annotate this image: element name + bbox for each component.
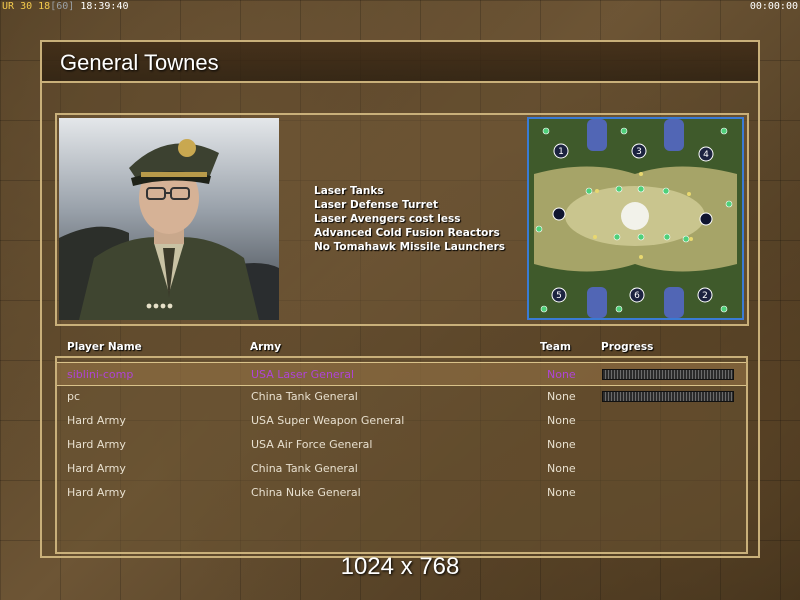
player-army: China Nuke General bbox=[251, 486, 361, 499]
player-team: None bbox=[547, 462, 576, 475]
player-army: China Tank General bbox=[251, 462, 358, 475]
general-title: General Townes bbox=[60, 50, 219, 75]
load-progress-bar bbox=[602, 369, 734, 380]
table-row[interactable]: pc China Tank General None bbox=[57, 385, 746, 409]
player-name: Hard Army bbox=[67, 438, 126, 451]
player-army: China Tank General bbox=[251, 390, 358, 403]
debug-bar: UR 30 18[60] 18:39:40 00:00:00 bbox=[0, 0, 800, 13]
fps-prefix: UR bbox=[2, 1, 15, 12]
table-row[interactable]: Hard Army USA Air Force General None bbox=[57, 433, 746, 457]
resolution-caption: 1024 x 768 bbox=[340, 553, 460, 580]
start-position-label: 6 bbox=[634, 291, 640, 301]
start-position-label: 1 bbox=[558, 147, 564, 157]
player-team: None bbox=[547, 486, 576, 499]
player-name: Hard Army bbox=[67, 414, 126, 427]
start-position-label: 5 bbox=[556, 291, 562, 301]
player-army: USA Super Weapon General bbox=[251, 414, 405, 427]
player-team: None bbox=[547, 414, 576, 427]
player-name: siblini-comp bbox=[67, 368, 134, 381]
fps-value-c: [60] bbox=[50, 1, 75, 12]
system-clock: 18:39:40 bbox=[80, 1, 129, 12]
column-header-player: Player Name bbox=[67, 341, 142, 353]
player-team: None bbox=[547, 438, 576, 451]
player-name: pc bbox=[67, 390, 81, 403]
feature-item: Laser Tanks bbox=[314, 185, 384, 197]
column-header-progress: Progress bbox=[601, 341, 654, 353]
column-header-team: Team bbox=[540, 341, 571, 353]
table-row[interactable]: Hard Army China Nuke General None bbox=[57, 481, 746, 505]
general-portrait bbox=[59, 118, 279, 320]
load-progress-bar bbox=[602, 391, 734, 402]
feature-item: No Tomahawk Missile Launchers bbox=[314, 241, 506, 253]
player-name: Hard Army bbox=[67, 462, 126, 475]
game-timer: 00:00:00 bbox=[749, 1, 798, 12]
table-row[interactable]: Hard Army China Tank General None bbox=[57, 457, 746, 481]
player-team: None bbox=[547, 390, 576, 403]
column-header-army: Army bbox=[250, 341, 282, 353]
player-team: None bbox=[547, 368, 576, 381]
table-row[interactable]: siblini-comp USA Laser General None bbox=[57, 362, 746, 386]
player-name: Hard Army bbox=[67, 486, 126, 499]
general-portrait-image bbox=[59, 118, 279, 320]
fps-value-b: 18 bbox=[38, 1, 51, 12]
fps-value-a: 30 bbox=[20, 1, 33, 12]
fps-readout: UR 30 18[60] 18:39:40 bbox=[2, 0, 129, 13]
feature-item: Laser Defense Turret bbox=[314, 199, 438, 211]
start-position-label: 2 bbox=[702, 291, 708, 301]
map-preview: 1 3 4 5 6 2 bbox=[527, 117, 744, 320]
map-preview-image: 1 3 4 5 6 2 bbox=[529, 119, 742, 318]
start-position-label: 3 bbox=[636, 147, 642, 157]
start-position-label: 4 bbox=[703, 150, 709, 160]
feature-item: Laser Avengers cost less bbox=[314, 213, 461, 225]
table-row[interactable]: Hard Army USA Super Weapon General None bbox=[57, 409, 746, 433]
general-features-list: Laser Tanks Laser Defense Turret Laser A… bbox=[314, 184, 505, 254]
feature-item: Advanced Cold Fusion Reactors bbox=[314, 227, 500, 239]
player-army: USA Air Force General bbox=[251, 438, 373, 451]
player-army: USA Laser General bbox=[251, 368, 354, 381]
